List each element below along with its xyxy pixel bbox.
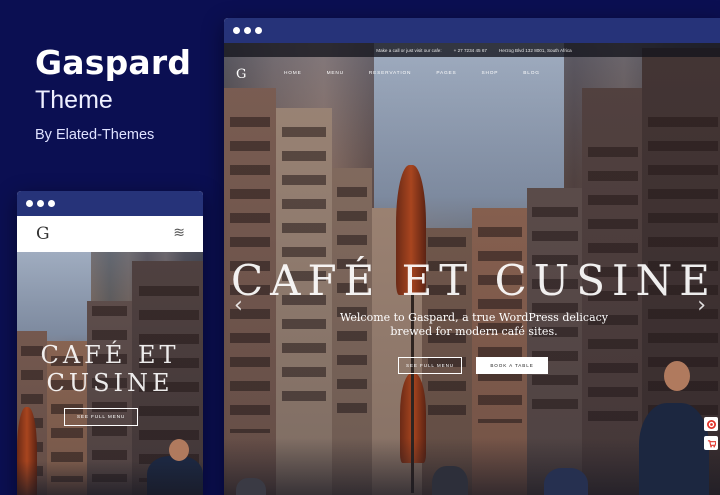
hero-text-line2: brewed for modern café sites. — [390, 325, 558, 338]
nav-item-menu[interactable]: MENU — [327, 71, 344, 76]
info-topbar: Make a call or just visit our cafe: + 27… — [224, 43, 720, 57]
slider-prev-arrow-icon[interactable]: ‹ — [234, 293, 243, 318]
slider-next-arrow-icon[interactable]: › — [697, 293, 706, 318]
hero-text-line1: Welcome to Gaspard, a true WordPress del… — [339, 311, 609, 324]
nav-item-shop[interactable]: SHOP — [482, 71, 499, 76]
theme-subtitle: Theme — [35, 86, 113, 114]
main-nav: G HOME MENU RESERVATION PAGES SHOP BLOG — [224, 67, 720, 82]
hamburger-menu-icon[interactable]: ≋ — [173, 225, 185, 241]
mobile-preview-window: G ≋ CAFÉ ET CUSINE SEE FULL MENU — [17, 191, 203, 495]
lifebuoy-icon[interactable] — [704, 417, 718, 431]
nav-menu: HOME MENU RESERVATION PAGES SHOP BLOG — [284, 71, 540, 76]
nav-item-home[interactable]: HOME — [284, 71, 302, 76]
cart-icon[interactable] — [704, 436, 718, 450]
see-full-menu-button[interactable]: SEE FULL MENU — [398, 357, 462, 374]
book-a-table-button[interactable]: BOOK A TABLE — [476, 357, 548, 374]
phone-number[interactable]: + 27 7234 45 67 — [454, 48, 487, 53]
promo-block: Gaspard Theme By Elated-Themes — [35, 43, 192, 144]
window-dots — [26, 200, 55, 207]
mobile-logo[interactable]: G — [36, 224, 50, 244]
window-titlebar — [17, 191, 203, 216]
window-titlebar — [224, 18, 720, 43]
call-text: Make a call or just visit our cafe: — [376, 47, 442, 53]
site-logo[interactable]: G — [236, 67, 246, 82]
theme-byline: By Elated-Themes — [35, 127, 155, 143]
nav-item-reservation[interactable]: RESERVATION — [369, 71, 411, 76]
mobile-hero-title-line2: CUSINE — [46, 369, 174, 397]
nav-item-pages[interactable]: PAGES — [436, 71, 456, 76]
address-text: Herzog Blvd 132 8001, South Africa — [498, 47, 572, 53]
hero-text: Welcome to Gaspard, a true WordPress del… — [324, 311, 624, 339]
mobile-header: G ≋ — [17, 216, 203, 252]
theme-title: Gaspard — [35, 43, 192, 82]
mobile-hero-title-line1: CAFÉ ET — [40, 341, 180, 369]
nav-item-blog[interactable]: BLOG — [523, 71, 540, 76]
window-dots — [233, 27, 262, 34]
hero-title: CAFÉ ET CUSINE — [231, 256, 717, 305]
mobile-see-full-menu-button[interactable]: SEE FULL MENU — [64, 408, 138, 426]
desktop-preview-window: Make a call or just visit our cafe: + 27… — [224, 18, 720, 495]
